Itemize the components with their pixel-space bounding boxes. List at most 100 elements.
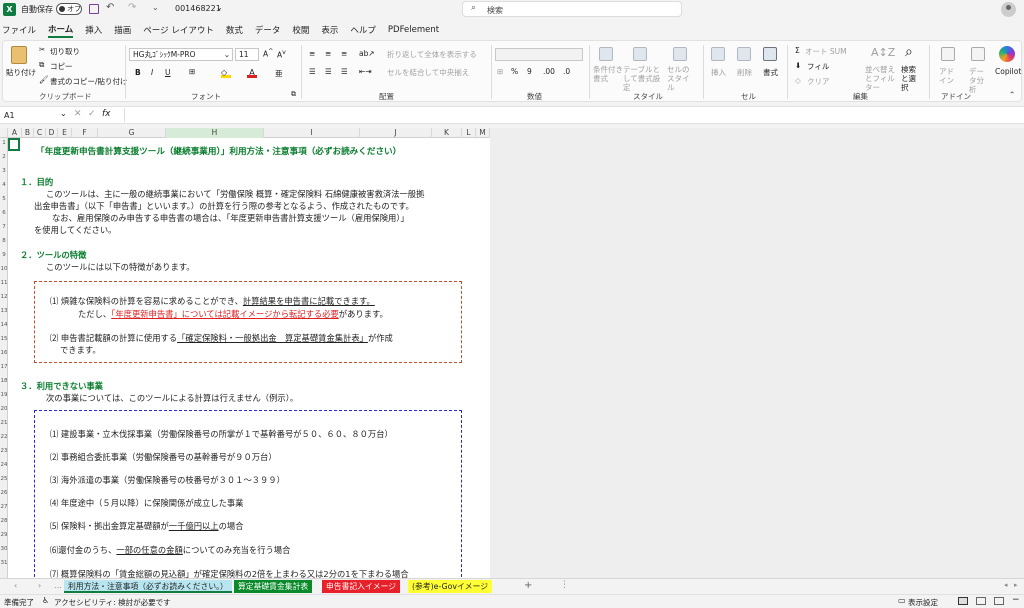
copy-button[interactable]: コピー bbox=[50, 61, 73, 72]
align-bottom-icon[interactable]: ≡ bbox=[341, 49, 347, 58]
worksheet[interactable]: 「年度更新申告書計算支援ツール（継続事業用）」利用方法・注意事項（必ずお読みくだ… bbox=[8, 138, 490, 578]
delete-cells-button[interactable]: 削除 bbox=[737, 67, 752, 78]
tab-bar-menu-icon[interactable]: ⋮ bbox=[560, 580, 569, 590]
qat-more-icon[interactable]: ⌄ bbox=[152, 3, 159, 12]
find-select-icon[interactable]: ⌕ bbox=[905, 44, 913, 60]
addins-button[interactable]: アドイン bbox=[939, 67, 959, 85]
row-header[interactable]: 25 bbox=[0, 476, 8, 482]
align-right-icon[interactable]: ☰ bbox=[341, 67, 348, 76]
horizontal-scrollbar[interactable] bbox=[580, 583, 1000, 589]
add-sheet-icon[interactable]: + bbox=[524, 580, 532, 591]
format-table-icon[interactable] bbox=[633, 47, 647, 61]
comma-icon[interactable]: 9 bbox=[527, 67, 532, 76]
cancel-icon[interactable]: ✕ bbox=[74, 109, 82, 119]
font-dialog-launcher-icon[interactable]: ⧉ bbox=[291, 90, 296, 99]
insert-function-icon[interactable]: fx bbox=[102, 109, 111, 119]
row-header[interactable]: 14 bbox=[0, 322, 8, 328]
row-header[interactable]: 4 bbox=[0, 182, 7, 188]
sheet-tab-egov[interactable]: (参考)e-Govイメージ bbox=[408, 580, 493, 593]
align-left-icon[interactable]: ☰ bbox=[309, 67, 316, 76]
clear-icon[interactable]: ◇ bbox=[795, 76, 801, 85]
empty-grid-area[interactable] bbox=[490, 128, 1024, 578]
column-header[interactable]: I bbox=[264, 128, 360, 138]
save-icon[interactable] bbox=[89, 4, 99, 14]
scroll-tabs-left-icon[interactable]: ‹ bbox=[14, 581, 17, 590]
indent-icon[interactable]: ⇤⇥ bbox=[359, 67, 372, 76]
column-header[interactable]: C bbox=[34, 128, 46, 138]
display-settings-icon[interactable]: ▭ bbox=[898, 596, 906, 605]
row-header[interactable]: 18 bbox=[0, 378, 8, 384]
align-top-icon[interactable]: ≡ bbox=[309, 49, 315, 58]
enter-icon[interactable]: ✓ bbox=[88, 109, 96, 119]
conditional-format-icon[interactable] bbox=[599, 47, 613, 61]
menu-help[interactable]: ヘルプ bbox=[350, 24, 376, 36]
menu-draw[interactable]: 描画 bbox=[114, 24, 131, 36]
row-header[interactable]: 2 bbox=[0, 154, 7, 160]
scroll-tabs-right-icon[interactable]: › bbox=[38, 581, 41, 590]
row-header[interactable]: 26 bbox=[0, 490, 8, 496]
sheet-tab-usage[interactable]: 利用方法・注意事項（必ずお読みください。） bbox=[64, 580, 232, 593]
accessibility-icon[interactable]: ♿ bbox=[42, 596, 49, 605]
autosum-icon[interactable]: Σ bbox=[795, 46, 800, 55]
column-header[interactable]: J bbox=[360, 128, 432, 138]
bold-button[interactable]: B bbox=[135, 68, 141, 77]
menu-formulas[interactable]: 数式 bbox=[226, 24, 243, 36]
align-middle-icon[interactable]: ≡ bbox=[325, 49, 331, 58]
autosum-button[interactable]: オート SUM bbox=[805, 46, 847, 57]
row-header[interactable]: 27 bbox=[0, 504, 8, 510]
collapse-ribbon-icon[interactable]: ⌃ bbox=[1009, 90, 1015, 99]
menu-insert[interactable]: 挿入 bbox=[85, 24, 102, 36]
row-header[interactable]: 5 bbox=[0, 196, 7, 202]
row-header[interactable]: 3 bbox=[0, 168, 7, 174]
format-as-table-button[interactable]: テーブルとして書式設定 bbox=[623, 65, 663, 92]
row-header[interactable]: 8 bbox=[0, 238, 7, 244]
accessibility-status[interactable]: アクセシビリティ: 検討が必要です bbox=[54, 597, 171, 608]
zoom-out-icon[interactable]: − bbox=[1012, 595, 1020, 605]
percent-icon[interactable]: % bbox=[511, 67, 518, 76]
sort-filter-icon[interactable]: A↕Z bbox=[871, 46, 895, 59]
column-header[interactable]: G bbox=[98, 128, 166, 138]
font-color-icon[interactable]: A bbox=[247, 68, 257, 78]
column-header[interactable]: L bbox=[462, 128, 476, 138]
undo-icon[interactable]: ↶ bbox=[106, 2, 114, 13]
account-avatar[interactable] bbox=[1001, 2, 1016, 17]
menu-file[interactable]: ファイル bbox=[2, 24, 36, 36]
sheet-tab-wage-summary[interactable]: 算定基礎賃金集計表 bbox=[234, 580, 313, 593]
column-header[interactable]: F bbox=[72, 128, 98, 138]
row-header[interactable]: 17 bbox=[0, 364, 8, 370]
find-select-button[interactable]: 検索と選択 bbox=[901, 65, 923, 92]
delete-cells-icon[interactable] bbox=[737, 47, 751, 61]
column-header[interactable]: K bbox=[432, 128, 462, 138]
font-size-select[interactable]: 11 bbox=[235, 48, 259, 61]
number-format-select[interactable] bbox=[495, 48, 583, 61]
row-header[interactable]: 31 bbox=[0, 560, 8, 566]
decrease-font-icon[interactable]: Av bbox=[277, 49, 286, 60]
fill-color-icon[interactable]: ◇ bbox=[221, 68, 231, 78]
cut-icon[interactable]: ✂ bbox=[39, 45, 45, 54]
copy-icon[interactable]: ⧉ bbox=[39, 60, 44, 70]
paste-button[interactable]: 貼り付け bbox=[6, 67, 36, 78]
menu-home[interactable]: ホーム bbox=[48, 23, 74, 38]
wrap-text-button[interactable]: 折り返して全体を表示する bbox=[387, 49, 477, 60]
format-cells-button[interactable]: 書式 bbox=[763, 67, 778, 78]
row-header[interactable]: 15 bbox=[0, 336, 8, 342]
merge-center-button[interactable]: セルを結合して中央揃え bbox=[387, 67, 469, 78]
cell-styles-button[interactable]: セルのスタイル bbox=[667, 65, 695, 92]
display-settings-button[interactable]: 表示設定 bbox=[908, 597, 938, 608]
data-analysis-button[interactable]: データ分析 bbox=[969, 67, 991, 94]
menu-pdfelement[interactable]: PDFelement bbox=[388, 25, 439, 35]
row-header[interactable]: 10 bbox=[0, 266, 8, 272]
filename-dropdown-icon[interactable]: ⌄ bbox=[216, 3, 223, 12]
formula-input[interactable] bbox=[124, 108, 1022, 122]
row-header[interactable]: 9 bbox=[0, 252, 7, 258]
copilot-icon[interactable] bbox=[999, 46, 1015, 62]
row-header[interactable]: 21 bbox=[0, 420, 8, 426]
column-header[interactable]: M bbox=[476, 128, 490, 138]
orientation-icon[interactable]: ab↗ bbox=[359, 49, 375, 58]
scroll-left-icon[interactable]: ◂ bbox=[1004, 581, 1008, 589]
addins-icon[interactable] bbox=[941, 47, 955, 61]
more-tabs-icon[interactable]: … bbox=[54, 581, 62, 590]
insert-cells-icon[interactable] bbox=[711, 47, 725, 61]
row-header[interactable]: 22 bbox=[0, 434, 8, 440]
column-header[interactable]: H bbox=[166, 128, 264, 138]
